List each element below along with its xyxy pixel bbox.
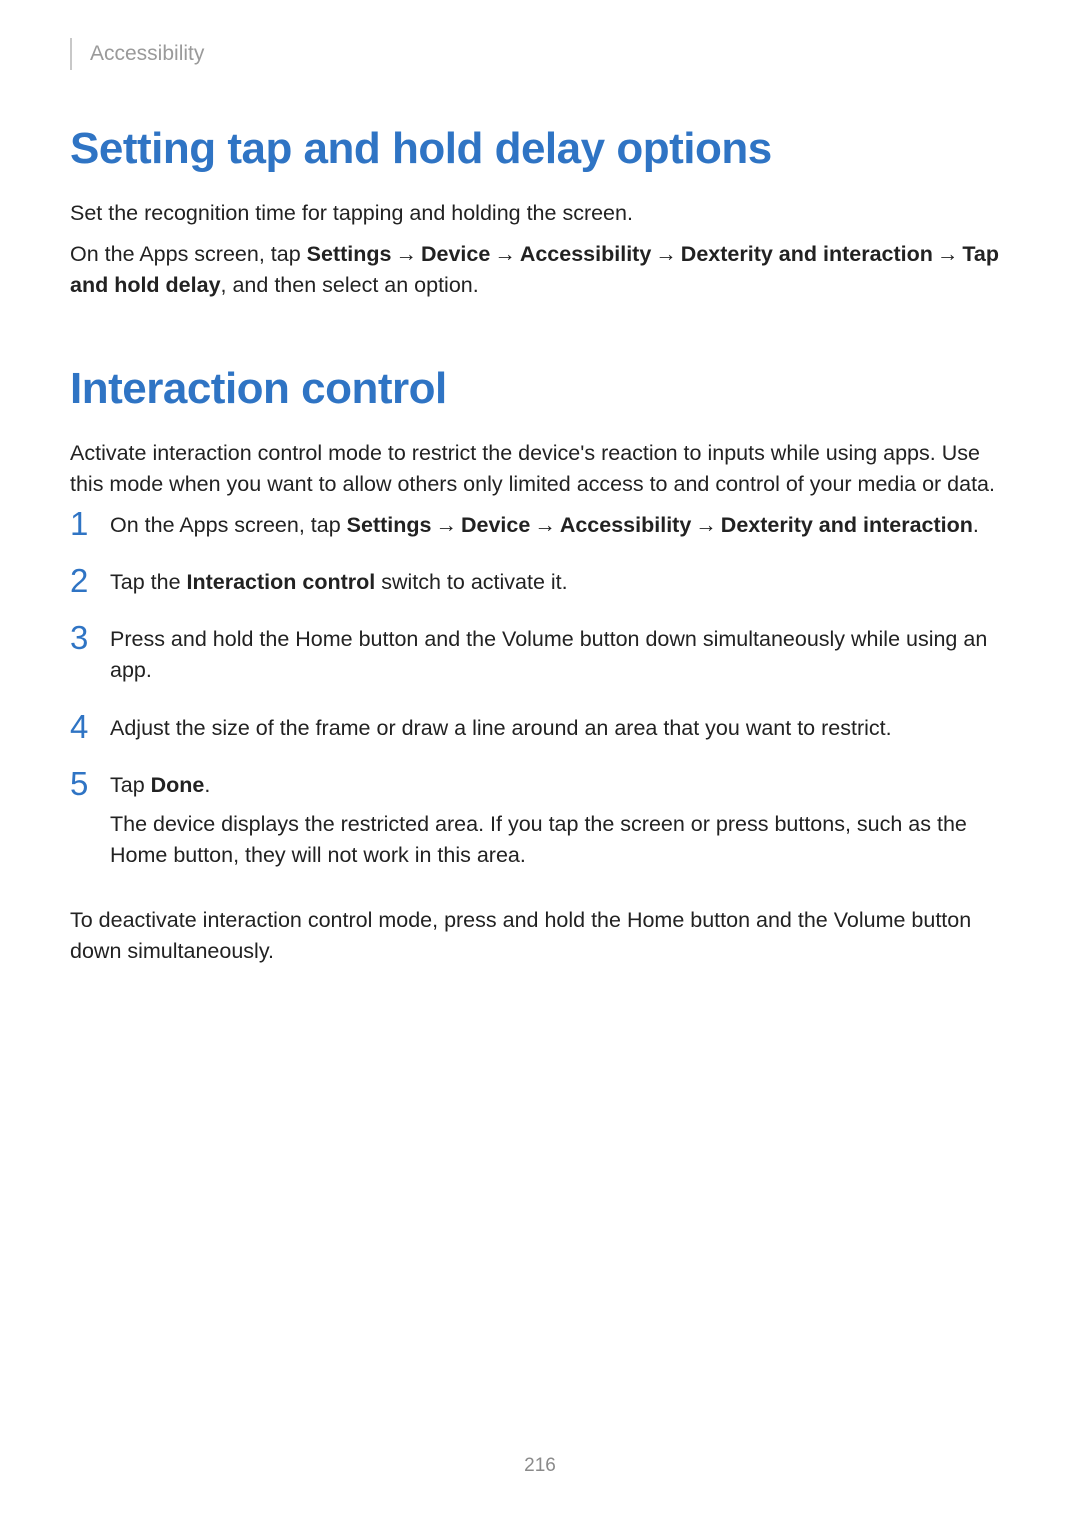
text: On the Apps screen, tap xyxy=(110,513,347,537)
step-number: 2 xyxy=(70,564,110,597)
text: , and then select an option. xyxy=(221,273,479,297)
step-3: 3 Press and hold the Home button and the… xyxy=(70,624,1010,686)
heading-tap-hold: Setting tap and hold delay options xyxy=(70,124,1010,174)
tap-hold-path: On the Apps screen, tap Settings→Device→… xyxy=(70,239,1010,301)
path-dexterity: Dexterity and interaction xyxy=(721,513,973,537)
page-number: 216 xyxy=(0,1455,1080,1477)
text: . xyxy=(204,773,210,797)
text: Tap xyxy=(110,773,151,797)
interaction-footer: To deactivate interaction control mode, … xyxy=(70,905,1010,967)
step-5: 5 Tap Done. The device displays the rest… xyxy=(70,770,1010,880)
arrow-icon: → xyxy=(431,513,461,537)
interaction-intro: Activate interaction control mode to res… xyxy=(70,438,1010,500)
arrow-icon: → xyxy=(490,242,520,266)
arrow-icon: → xyxy=(691,513,721,537)
path-device: Device xyxy=(421,242,490,266)
section-interaction-control: Interaction control Activate interaction… xyxy=(70,364,1010,968)
text: On the Apps screen, tap xyxy=(70,242,307,266)
step-body: Tap the Interaction control switch to ac… xyxy=(110,567,1010,598)
heading-interaction-control: Interaction control xyxy=(70,364,1010,414)
arrow-icon: → xyxy=(651,242,681,266)
path-settings: Settings xyxy=(347,513,432,537)
step-body: Adjust the size of the frame or draw a l… xyxy=(110,713,1010,744)
arrow-icon: → xyxy=(530,513,560,537)
step-1: 1 On the Apps screen, tap Settings→Devic… xyxy=(70,510,1010,541)
bold-done: Done xyxy=(151,773,205,797)
path-settings: Settings xyxy=(307,242,392,266)
text: . xyxy=(973,513,979,537)
step-5-sub: The device displays the restricted area.… xyxy=(110,809,1010,871)
step-body: On the Apps screen, tap Settings→Device→… xyxy=(110,510,1010,541)
step-2: 2 Tap the Interaction control switch to … xyxy=(70,567,1010,598)
step-number: 3 xyxy=(70,621,110,654)
step-number: 4 xyxy=(70,710,110,743)
text: Tap the xyxy=(110,570,187,594)
step-number: 1 xyxy=(70,507,110,540)
arrow-icon: → xyxy=(933,242,963,266)
path-accessibility: Accessibility xyxy=(520,242,651,266)
path-accessibility: Accessibility xyxy=(560,513,691,537)
step-4: 4 Adjust the size of the frame or draw a… xyxy=(70,713,1010,744)
step-body: Press and hold the Home button and the V… xyxy=(110,624,1010,686)
tap-hold-desc: Set the recognition time for tapping and… xyxy=(70,198,1010,229)
steps-list: 1 On the Apps screen, tap Settings→Devic… xyxy=(70,510,1010,879)
path-device: Device xyxy=(461,513,530,537)
text: switch to activate it. xyxy=(375,570,567,594)
step-body: Tap Done. The device displays the restri… xyxy=(110,770,1010,880)
header-label: Accessibility xyxy=(70,38,1010,70)
path-dexterity: Dexterity and interaction xyxy=(681,242,933,266)
step-number: 5 xyxy=(70,767,110,800)
bold-interaction-control: Interaction control xyxy=(187,570,376,594)
section-tap-hold: Setting tap and hold delay options Set t… xyxy=(70,124,1010,302)
arrow-icon: → xyxy=(391,242,421,266)
